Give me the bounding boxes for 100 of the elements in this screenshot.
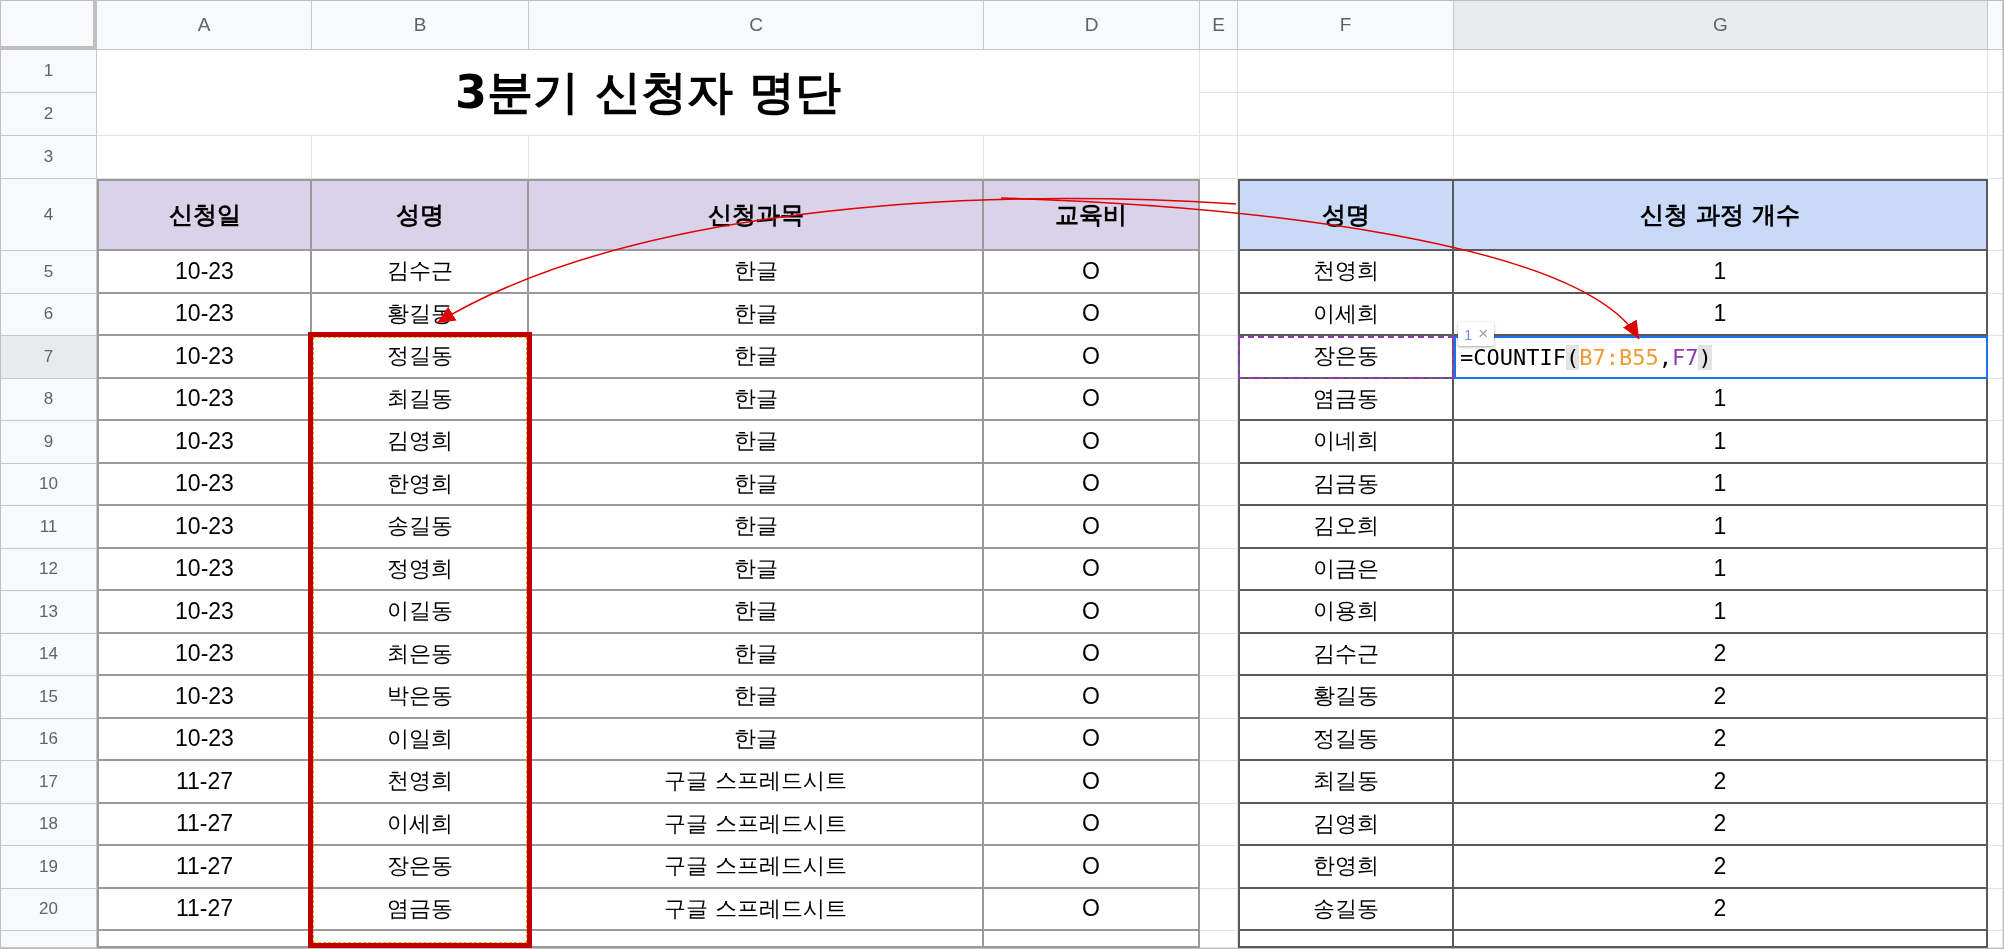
- column-header[interactable]: C: [529, 1, 984, 50]
- table-cell: 1: [1454, 378, 1988, 421]
- cell-reference: B7:B55: [1579, 344, 1659, 370]
- table-cell: 1: [1454, 251, 1988, 294]
- column-header[interactable]: G: [1454, 1, 1988, 50]
- table-cell: 10-23: [97, 251, 312, 294]
- table-cell: 이용희: [1238, 591, 1454, 634]
- table-cell: 1: [1454, 591, 1988, 634]
- table-cell: O: [984, 336, 1200, 379]
- row-header[interactable]: 11: [1, 506, 97, 549]
- table-cell: O: [984, 421, 1200, 464]
- table-cell: 한글: [529, 336, 984, 379]
- table-cell: 김수근: [1238, 633, 1454, 676]
- table-cell: O: [984, 548, 1200, 591]
- row-header[interactable]: 12: [1, 548, 97, 591]
- table-cell: O: [984, 761, 1200, 804]
- table-cell: 천영희: [312, 761, 529, 804]
- table-cell: 한글: [529, 421, 984, 464]
- table-cell: 한글: [529, 251, 984, 294]
- table-cell: O: [984, 846, 1200, 889]
- row-header[interactable]: 16: [1, 718, 97, 761]
- table-cell: 최길동: [312, 378, 529, 421]
- table-cell: 박은동: [312, 676, 529, 719]
- table-cell: 2: [1454, 846, 1988, 889]
- table-cell: 한글: [529, 548, 984, 591]
- row-header[interactable]: 17: [1, 761, 97, 804]
- row-header[interactable]: 2: [1, 93, 97, 136]
- row-header[interactable]: 4: [1, 179, 97, 251]
- table-cell: 송길동: [1238, 888, 1454, 931]
- table-cell: O: [984, 293, 1200, 336]
- table-cell: O: [984, 718, 1200, 761]
- table-cell: 김오희: [1238, 506, 1454, 549]
- table-cell: 황길동: [1238, 676, 1454, 719]
- table-cell: 2: [1454, 803, 1988, 846]
- row-header[interactable]: 10: [1, 463, 97, 506]
- table-cell: 한글: [529, 463, 984, 506]
- table-cell: 한글: [529, 293, 984, 336]
- table-cell: 한글: [529, 506, 984, 549]
- table-header: 신청일: [97, 179, 312, 251]
- table-cell: O: [984, 506, 1200, 549]
- table-cell: 2: [1454, 633, 1988, 676]
- row-header[interactable]: 20: [1, 888, 97, 931]
- table-header: 신청과목: [529, 179, 984, 251]
- table-cell: 2: [1454, 761, 1988, 804]
- table-cell: O: [984, 633, 1200, 676]
- table-cell: O: [984, 591, 1200, 634]
- table-cell: 정길동: [312, 336, 529, 379]
- column-header[interactable]: D: [984, 1, 1200, 50]
- table-cell: 1: [1454, 506, 1988, 549]
- row-header[interactable]: 15: [1, 676, 97, 719]
- table-cell: 최은동: [312, 633, 529, 676]
- table-cell: 염금동: [312, 888, 529, 931]
- table-cell: 이세희: [1238, 293, 1454, 336]
- table-cell: 최길동: [1238, 761, 1454, 804]
- table-cell: 이금은: [1238, 548, 1454, 591]
- sheet-title: 3분기 신청자 명단: [97, 50, 1200, 136]
- table-header: 신청 과정 개수: [1454, 179, 1988, 251]
- table-cell: O: [984, 251, 1200, 294]
- table-cell: O: [984, 676, 1200, 719]
- table-cell: 이세희: [312, 803, 529, 846]
- table-header: 교육비: [984, 179, 1200, 251]
- row-header[interactable]: 8: [1, 378, 97, 421]
- row-header[interactable]: 13: [1, 591, 97, 634]
- table-cell: 한글: [529, 591, 984, 634]
- table-cell: 김영희: [312, 421, 529, 464]
- table-cell: 한영희: [1238, 846, 1454, 889]
- column-header[interactable]: B: [312, 1, 529, 50]
- table-header: 성명: [1238, 179, 1454, 251]
- row-header[interactable]: 1: [1, 50, 97, 93]
- table-cell: O: [984, 378, 1200, 421]
- table-cell: 구글 스프레드시트: [529, 803, 984, 846]
- column-header[interactable]: A: [97, 1, 312, 50]
- row-header[interactable]: 5: [1, 251, 97, 294]
- table-cell: 김영희: [1238, 803, 1454, 846]
- row-header[interactable]: 18: [1, 803, 97, 846]
- table-cell: 한글: [529, 676, 984, 719]
- table-cell: 이네희: [1238, 421, 1454, 464]
- table-cell: 1: [1454, 548, 1988, 591]
- table-cell: O: [984, 463, 1200, 506]
- row-header[interactable]: 6: [1, 293, 97, 336]
- row-header[interactable]: 19: [1, 846, 97, 889]
- row-header[interactable]: 7: [1, 336, 97, 379]
- table-cell: 2: [1454, 676, 1988, 719]
- table-cell: 2: [1454, 718, 1988, 761]
- table-cell: 한영희: [312, 463, 529, 506]
- row-header[interactable]: 14: [1, 633, 97, 676]
- formula-hint[interactable]: 1 ×: [1458, 322, 1495, 346]
- table-cell: 김수근: [312, 251, 529, 294]
- cell-reference: F7: [1671, 344, 1699, 370]
- table-cell: 구글 스프레드시트: [529, 761, 984, 804]
- row-header[interactable]: 3: [1, 136, 97, 179]
- table-cell: 구글 스프레드시트: [529, 846, 984, 889]
- table-cell: 이길동: [312, 591, 529, 634]
- table-cell: 김금동: [1238, 463, 1454, 506]
- table-cell: O: [984, 803, 1200, 846]
- column-header[interactable]: F: [1238, 1, 1454, 50]
- column-header[interactable]: E: [1200, 1, 1238, 50]
- row-header[interactable]: 9: [1, 421, 97, 464]
- table-cell: 한글: [529, 378, 984, 421]
- table-cell: 1: [1454, 421, 1988, 464]
